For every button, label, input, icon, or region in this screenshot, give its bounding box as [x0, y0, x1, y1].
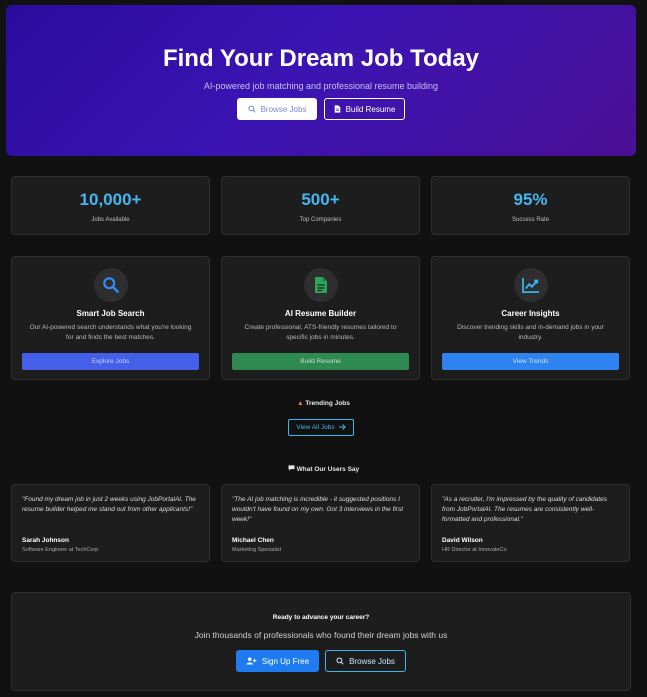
feature-title: Career Insights [501, 309, 560, 318]
stat-value: 10,000+ [79, 190, 142, 209]
feature-card-job-search: Smart Job Search Our AI-powered search u… [11, 256, 210, 380]
chart-line-icon [513, 268, 548, 302]
stat-label: Jobs Available [91, 217, 130, 223]
testimonial-author: Michael Chen [232, 537, 274, 544]
feature-card-resume-builder: AI Resume Builder Create professional, A… [221, 256, 420, 380]
testimonial-card: "As a recruiter, I'm impressed by the qu… [431, 484, 630, 562]
search-icon [336, 657, 344, 665]
view-trends-button[interactable]: View Trends [442, 353, 619, 370]
fire-icon: ▲ [297, 400, 304, 407]
search-icon [248, 105, 256, 113]
testimonials-heading: What Our Users Say [0, 465, 647, 473]
trending-jobs-heading: ▲ Trending Jobs [0, 400, 647, 407]
document-icon [334, 105, 341, 113]
stat-value: 500+ [301, 190, 340, 209]
hero-title: Find Your Dream Job Today [162, 45, 480, 72]
stat-card-companies: 500+ Top Companies [221, 176, 420, 235]
testimonials-label: What Our Users Say [296, 466, 360, 473]
feature-card-career-insights: Career Insights Discover trending skills… [431, 256, 630, 380]
cta-browse-jobs-label: Browse Jobs [349, 656, 395, 666]
view-all-jobs-button[interactable]: View All Jobs [288, 419, 354, 436]
testimonial-role: HR Director at InnovateCo [442, 547, 507, 553]
testimonial-quote: "The AI job matching is incredible - it … [232, 496, 404, 523]
view-all-jobs-label: View All Jobs [296, 424, 335, 431]
testimonial-quote: "As a recruiter, I'm impressed by the qu… [442, 496, 608, 523]
testimonial-card: "Found my dream job in just 2 weeks usin… [11, 484, 210, 562]
hero-button-group: Browse Jobs Build Resume [6, 98, 636, 120]
cta-subtitle: Join thousands of professionals who foun… [194, 630, 448, 640]
browse-jobs-label: Browse Jobs [260, 104, 307, 114]
hero-banner: Find Your Dream Job Today AI-powered job… [6, 5, 636, 156]
stat-label: Success Rate [511, 217, 550, 223]
build-resume-label: Build Resume [345, 104, 396, 114]
user-plus-icon [246, 657, 257, 665]
feature-title: Smart Job Search [76, 309, 145, 318]
feature-description: Our AI-powered search understands what y… [29, 324, 192, 341]
testimonial-role: Software Engineer at TechCorp [22, 547, 99, 553]
hero-subtitle: AI-powered job matching and professional… [203, 81, 439, 91]
stat-card-jobs: 10,000+ Jobs Available [11, 176, 210, 235]
arrow-right-icon [338, 423, 346, 432]
build-resume-feature-button[interactable]: Build Resume [232, 353, 409, 370]
browse-jobs-button[interactable]: Browse Jobs [237, 98, 317, 120]
document-icon [303, 268, 338, 302]
cta-title: Ready to advance your career? [272, 614, 370, 621]
cta-section: Ready to advance your career? Join thous… [11, 592, 631, 691]
testimonial-author: Sarah Johnson [22, 537, 69, 544]
sign-up-label: Sign Up Free [261, 656, 310, 666]
stat-card-success-rate: 95% Success Rate [431, 176, 630, 235]
feature-description: Create professional, ATS-friendly resume… [244, 324, 397, 341]
testimonial-card: "The AI job matching is incredible - it … [221, 484, 420, 562]
build-resume-button[interactable]: Build Resume [324, 98, 405, 120]
stat-value: 95% [513, 190, 548, 209]
explore-jobs-button[interactable]: Explore Jobs [22, 353, 199, 370]
testimonial-author: David Wilson [442, 537, 483, 544]
testimonial-quote: "Found my dream job in just 2 weeks usin… [22, 496, 196, 513]
speech-bubble-icon [288, 465, 297, 473]
feature-title: AI Resume Builder [284, 309, 357, 318]
stat-label: Top Companies [299, 217, 342, 223]
search-icon [93, 268, 128, 302]
testimonial-role: Marketing Specialist [232, 547, 282, 553]
sign-up-button[interactable]: Sign Up Free [236, 650, 319, 672]
cta-browse-jobs-button[interactable]: Browse Jobs [325, 650, 406, 672]
trending-jobs-label: Trending Jobs [305, 400, 350, 407]
cta-button-group: Sign Up Free Browse Jobs [12, 650, 630, 672]
feature-description: Discover trending skills and in-demand j… [457, 324, 604, 341]
